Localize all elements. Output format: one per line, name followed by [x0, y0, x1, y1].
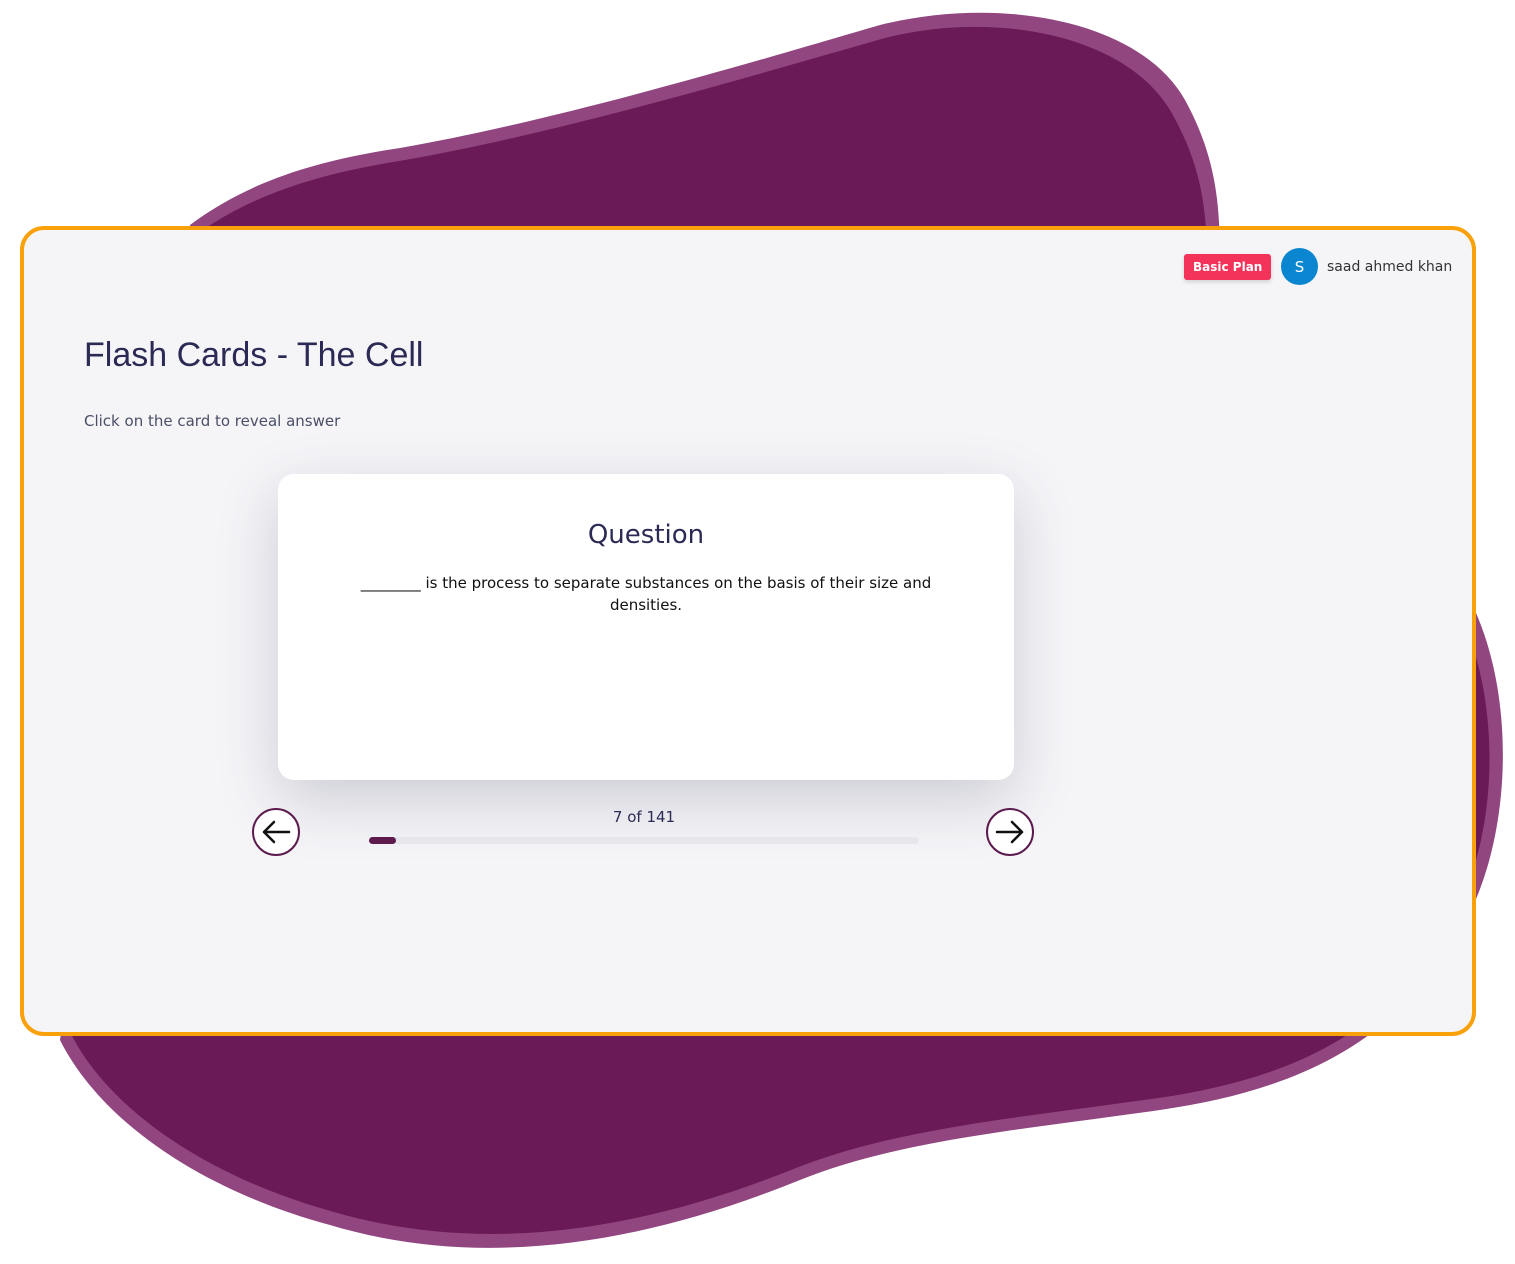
arrow-left-icon [262, 820, 291, 844]
flash-card[interactable]: Question ________ is the process to sepa… [278, 474, 1014, 780]
arrow-right-icon [995, 820, 1024, 844]
avatar[interactable]: S [1281, 248, 1318, 285]
page-title: Flash Cards - The Cell [84, 336, 424, 374]
card-heading: Question [587, 520, 705, 550]
card-question-text: ________ is the process to separate subs… [360, 574, 932, 614]
progress-label: 7 of 141 [612, 808, 676, 826]
progress-fill [369, 837, 397, 844]
previous-card-button[interactable] [252, 808, 300, 856]
progress-bar [369, 837, 919, 844]
next-card-button[interactable] [986, 808, 1034, 856]
user-name[interactable]: saad ahmed khan [1327, 259, 1452, 275]
plan-badge[interactable]: Basic Plan [1184, 254, 1272, 280]
instruction-text: Click on the card to reveal answer [84, 412, 341, 430]
app-window: Basic Plan S saad ahmed khan Flash Cards… [20, 226, 1476, 1036]
